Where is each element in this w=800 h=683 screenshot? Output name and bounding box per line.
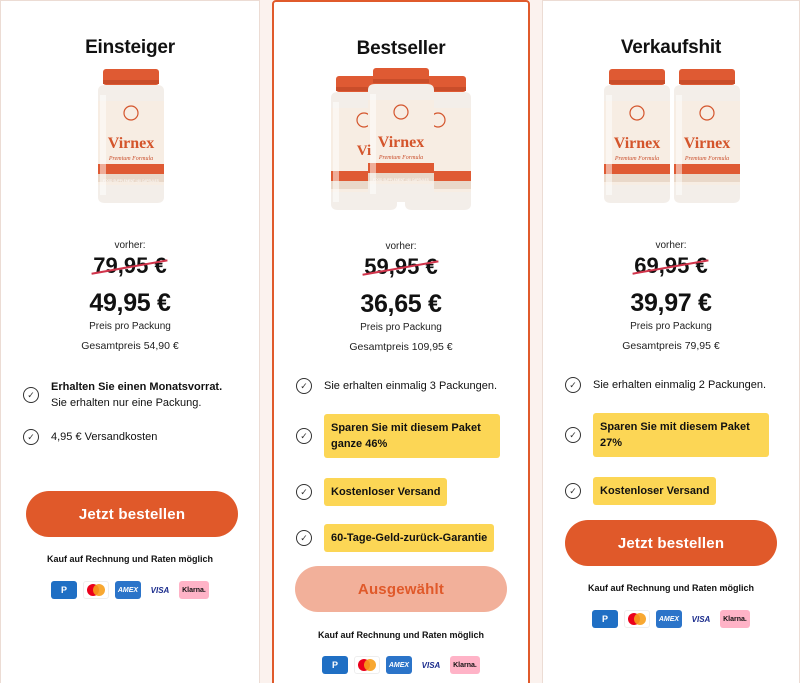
feature-item: ✓ Sparen Sie mit diesem Paket 27% (565, 413, 785, 457)
klarna-icon: Klarna. (720, 610, 750, 628)
order-button[interactable]: Jetzt bestellen (26, 491, 238, 537)
visa-icon: VISA (688, 610, 714, 628)
klarna-icon: Klarna. (179, 581, 209, 599)
new-price: 36,65 € (360, 290, 442, 318)
invoice-note: Kauf auf Rechnung und Raten möglich (318, 630, 484, 640)
old-price: 69,95 € (634, 253, 708, 278)
feature-item: ✓ Erhalten Sie einen Monatsvorrat. Sie e… (23, 379, 245, 411)
feature-item: ✓ 4,95 € Versandkosten (23, 429, 245, 445)
feature-item: ✓ 60-Tage-Geld-zurück-Garantie (296, 524, 514, 552)
brand-text: Virnex (684, 135, 731, 152)
visa-icon: VISA (418, 656, 444, 674)
payment-methods: P AMEX VISA Klarna. (274, 656, 528, 674)
vorher-label: vorher: (385, 241, 417, 252)
pricing-card-verkaufshit: Verkaufshit Virnex Virnex Premium Formul… (542, 0, 800, 683)
payment-methods: P AMEX VISA Klarna. (1, 581, 259, 599)
invoice-note: Kauf auf Rechnung und Raten möglich (588, 583, 754, 593)
per-pack-label: Preis pro Packung (360, 322, 442, 333)
feature-item: ✓ Sparen Sie mit diesem Paket ganze 46% (296, 414, 514, 458)
brand-text: Virnex (378, 134, 425, 151)
selected-button[interactable]: Ausgewählt (295, 566, 507, 612)
check-icon: ✓ (565, 483, 581, 499)
amex-icon: AMEX (115, 581, 141, 599)
brand-subtitle: Premium Formula (684, 156, 729, 162)
feature-item: ✓ Kostenloser Versand (296, 478, 514, 506)
brand-subtitle: Premium Formula (108, 156, 153, 162)
plan-title: Einsteiger (85, 37, 175, 58)
bottle-band-text: FOOD SUPPLEMENT | 60 CAPSULES (103, 179, 159, 183)
mastercard-icon (354, 656, 380, 674)
new-price: 49,95 € (89, 289, 171, 317)
product-image: Virnex Premium Formula FOOD SUPPLEMENT |… (1, 63, 259, 213)
feature-item: ✓ Sie erhalten einmalig 2 Packungen. (565, 377, 785, 393)
product-image: Vi Virnex Premium Formula FOOD SUPPLEMEN… (274, 64, 528, 214)
paypal-icon: P (51, 581, 77, 599)
feature-item: ✓ Sie erhalten einmalig 3 Packungen. (296, 378, 514, 394)
check-icon: ✓ (296, 484, 312, 500)
bottle-band-text: FOOD SUPPLEMENT | 60 CAPSULES (373, 178, 429, 182)
new-price: 39,97 € (630, 289, 712, 317)
old-price: 59,95 € (364, 254, 438, 279)
mastercard-icon (83, 581, 109, 599)
amex-icon: AMEX (386, 656, 412, 674)
total-price: Gesamtpreis 79,95 € (622, 340, 720, 352)
klarna-icon: Klarna. (450, 656, 480, 674)
invoice-note: Kauf auf Rechnung und Raten möglich (47, 554, 213, 564)
check-icon: ✓ (23, 387, 39, 403)
check-icon: ✓ (565, 377, 581, 393)
payment-methods: P AMEX VISA Klarna. (543, 610, 799, 628)
vorher-label: vorher: (655, 240, 687, 251)
check-icon: ✓ (23, 429, 39, 445)
check-icon: ✓ (565, 427, 581, 443)
paypal-icon: P (322, 656, 348, 674)
feature-item: ✓ Kostenloser Versand (565, 477, 785, 505)
mastercard-icon (624, 610, 650, 628)
plan-title: Verkaufshit (620, 37, 722, 58)
check-icon: ✓ (296, 428, 312, 444)
total-price: Gesamtpreis 54,90 € (81, 340, 179, 352)
old-price: 79,95 € (93, 253, 167, 278)
brand-subtitle: Premium Formula (378, 155, 423, 161)
total-price: Gesamtpreis 109,95 € (349, 341, 453, 353)
order-button[interactable]: Jetzt bestellen (565, 520, 777, 566)
check-icon: ✓ (296, 530, 312, 546)
pricing-card-einsteiger: Einsteiger Virnex Premium Formula FOOD S… (0, 0, 260, 683)
per-pack-label: Preis pro Packung (630, 321, 712, 332)
vorher-label: vorher: (114, 240, 146, 251)
per-pack-label: Preis pro Packung (89, 321, 171, 332)
svg-text:Vi: Vi (357, 143, 371, 159)
pricing-card-bestseller[interactable]: Bestseller Vi Virnex Premium Formula FOO… (272, 0, 530, 683)
plan-title: Bestseller (356, 38, 446, 59)
visa-icon: VISA (147, 581, 173, 599)
brand-subtitle: Premium Formula (614, 156, 659, 162)
brand-text: Virnex (108, 135, 155, 152)
product-image: Virnex Virnex Premium Formula Premium Fo… (543, 63, 799, 213)
check-icon: ✓ (296, 378, 312, 394)
amex-icon: AMEX (656, 610, 682, 628)
brand-text: Virnex (614, 135, 661, 152)
paypal-icon: P (592, 610, 618, 628)
